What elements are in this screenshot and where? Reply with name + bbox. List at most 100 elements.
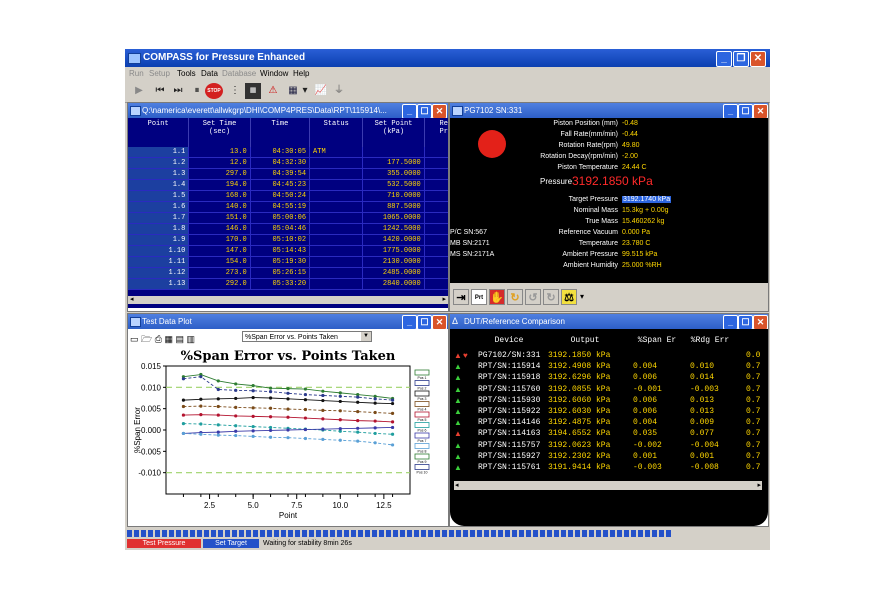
table-row[interactable]: 1.4 194.0 04:45:23 532.5000 xyxy=(128,179,448,191)
dut-row[interactable]: ▲ RPT/SN:114146 3192.4875 kPa 0.004 0.009 0.7 xyxy=(450,418,768,429)
chevron-down-icon[interactable]: ▾ xyxy=(580,292,584,301)
dut-row[interactable]: ▲ ♥ PG7102/SN:331 3192.1850 kPa 0.0 xyxy=(450,351,768,362)
table-row[interactable]: 1.1 13.0 04:30:05 ATM xyxy=(128,147,448,158)
rotate-cw-icon[interactable]: ↻ xyxy=(507,289,523,305)
dut-row[interactable]: ▲ RPT/SN:115918 3192.6296 kPa 0.006 0.014 0.7 xyxy=(450,373,768,384)
dut-row[interactable]: ▲ RPT/SN:115761 3191.9414 kPa -0.003 -0.008 0… xyxy=(450,463,768,474)
menu-database[interactable]: Database xyxy=(222,67,256,80)
grid-column-header[interactable]: Status xyxy=(309,118,364,147)
table-icon[interactable]: ▤ xyxy=(175,334,184,344)
pg-window-titlebar[interactable]: PG7102 SN:331 _ ☐ ✕ xyxy=(450,103,768,118)
data-window-close[interactable]: ✕ xyxy=(432,104,447,118)
hand-stop-icon[interactable]: ✋ xyxy=(489,289,505,305)
folder-icon[interactable]: 🗁 xyxy=(141,334,152,344)
data-window-maximize[interactable]: ☐ xyxy=(417,104,432,118)
grid-column-header[interactable]: RefPre xyxy=(424,118,448,147)
list-icon[interactable]: ⋮ xyxy=(230,83,240,99)
table-row[interactable]: 1.2 12.0 04:32:30 177.5000 xyxy=(128,157,448,169)
print-icon[interactable]: ⎙ xyxy=(155,334,162,344)
dut-row[interactable]: ▲ RPT/SN:115927 3192.2302 kPa 0.001 0.001 0.7 xyxy=(450,452,768,463)
pg-window-maximize[interactable]: ☐ xyxy=(738,104,753,118)
test-pressure-indicator[interactable]: Test Pressure xyxy=(127,539,201,548)
table-row[interactable]: 1.11 154.0 05:19:30 2130.0000 xyxy=(128,256,448,268)
menu-help[interactable]: Help xyxy=(293,67,309,80)
menu-data[interactable]: Data xyxy=(201,67,218,80)
grid-column-header[interactable]: Point xyxy=(128,118,190,147)
exit-icon[interactable]: ⇥ xyxy=(453,289,469,305)
menu-run[interactable]: Run xyxy=(129,67,144,80)
table-row[interactable]: 1.8 146.0 05:04:46 1242.5000 xyxy=(128,223,448,235)
dut-window-maximize[interactable]: ☐ xyxy=(738,315,753,329)
scroll-left-icon[interactable]: ◂ xyxy=(455,481,459,490)
data-window-titlebar[interactable]: Q:\namerica\everett\allwkgrp\DHI\COMP4PR… xyxy=(128,103,448,118)
set-target-indicator[interactable]: Set Target xyxy=(203,539,259,548)
open-icon[interactable]: ▭ xyxy=(130,334,139,344)
table-row[interactable]: 1.13 292.0 05:33:20 2840.0000 xyxy=(128,278,448,290)
chart-icon[interactable]: 📈 xyxy=(313,83,329,99)
skip-forward-icon[interactable]: ⏭ xyxy=(170,83,186,99)
minimize-button[interactable]: _ xyxy=(716,51,732,67)
settings-icon[interactable]: ▥ xyxy=(187,334,196,344)
table-row[interactable]: 1.5 168.0 04:50:24 710.0000 xyxy=(128,190,448,202)
table-row[interactable]: 1.6 140.0 04:55:19 887.5000 xyxy=(128,201,448,213)
menu-setup[interactable]: Setup xyxy=(149,67,170,80)
grid-column-header[interactable]: Set Time (sec) xyxy=(188,118,251,147)
progress-segment xyxy=(659,530,664,537)
mass-icon[interactable]: ⚖ xyxy=(561,289,577,305)
dut-window-minimize[interactable]: _ xyxy=(723,315,738,329)
table-row[interactable]: 1.10 147.0 05:14:43 1775.0000 xyxy=(128,245,448,257)
table-row[interactable]: 1.3 297.0 04:39:54 355.0000 xyxy=(128,168,448,180)
calculator-icon[interactable]: ▦ xyxy=(245,83,261,99)
grid-cell-time: 05:33:20 xyxy=(250,278,311,290)
close-button[interactable]: ✕ xyxy=(750,51,766,67)
print-icon[interactable]: Prt xyxy=(471,289,487,305)
pg-window-minimize[interactable]: _ xyxy=(723,104,738,118)
rotate-icon[interactable]: ↻ xyxy=(543,289,559,305)
grid-cell-set-time: 146.0 xyxy=(188,223,251,235)
plot-window-maximize[interactable]: ☐ xyxy=(417,315,432,329)
menu-window[interactable]: Window xyxy=(260,67,288,80)
dut-row[interactable]: ▲ RPT/SN:115760 3192.0855 kPa -0.001 -0.003 0… xyxy=(450,385,768,396)
grid-icon[interactable]: ▦ xyxy=(164,334,173,344)
rotate-ccw-icon[interactable]: ↺ xyxy=(525,289,541,305)
data-window-minimize[interactable]: _ xyxy=(402,104,417,118)
horizontal-scrollbar[interactable]: ◂ ▸ xyxy=(454,481,762,490)
dut-row[interactable]: ▲ RPT/SN:115914 3192.4908 kPa 0.004 0.010 0.7 xyxy=(450,362,768,373)
chevron-down-icon[interactable]: ▼ xyxy=(361,332,371,341)
plot-window-close[interactable]: ✕ xyxy=(432,315,447,329)
dut-window-close[interactable]: ✕ xyxy=(753,315,768,329)
dut-row[interactable]: ▲ RPT/SN:114163 3194.6552 kPa 0.035 0.077 0.7 xyxy=(450,429,768,440)
grid-column-header[interactable]: Time xyxy=(250,118,311,147)
play-icon[interactable]: ▶ xyxy=(133,83,145,99)
restore-button[interactable]: ❐ xyxy=(733,51,749,67)
compass-app-window: COMPASS for Pressure Enhanced _ ❐ ✕ Run … xyxy=(125,49,770,550)
warning-icon[interactable]: ⚠ xyxy=(265,83,281,99)
menu-tools[interactable]: Tools xyxy=(177,67,196,80)
stability-progress-bar xyxy=(127,530,767,537)
scroll-left-icon[interactable]: ◂ xyxy=(130,296,134,304)
funnel-icon[interactable]: ⏚ xyxy=(332,83,346,99)
plot-window-minimize[interactable]: _ xyxy=(402,315,417,329)
table-icon[interactable]: ▦ xyxy=(285,83,301,99)
table-row[interactable]: 1.9 170.0 05:10:02 1420.0000 xyxy=(128,234,448,246)
stop-icon[interactable]: STOP xyxy=(205,83,223,99)
pg-window-close[interactable]: ✕ xyxy=(753,104,768,118)
dut-row[interactable]: ▲ RPT/SN:115757 3192.0623 kPa -0.002 -0.004 0… xyxy=(450,441,768,452)
data-point xyxy=(199,397,203,401)
dropdown-arrow-icon[interactable]: ▾ xyxy=(301,83,309,99)
table-row[interactable]: 1.12 273.0 05:26:15 2485.0000 xyxy=(128,267,448,279)
x-tick-label: 7.5 xyxy=(291,501,303,510)
dut-row[interactable]: ▲ RPT/SN:115930 3192.6060 kPa 0.006 0.013 0.7 xyxy=(450,396,768,407)
plot-window-titlebar[interactable]: Test Data Plot _ ☐ ✕ xyxy=(128,314,448,329)
skip-back-icon[interactable]: ⏮ xyxy=(152,83,168,99)
horizontal-scrollbar[interactable]: ◂ ▸ xyxy=(128,296,448,304)
plot-type-select[interactable]: %Span Error vs. Points Taken ▼ xyxy=(242,331,372,342)
grid-column-header[interactable]: Set Point (kPa) xyxy=(362,118,425,147)
app-titlebar[interactable]: COMPASS for Pressure Enhanced _ ❐ ✕ xyxy=(125,49,770,67)
scroll-right-icon[interactable]: ▸ xyxy=(442,296,446,304)
pause-icon[interactable]: ⏸ xyxy=(191,83,203,99)
dut-row[interactable]: ▲ RPT/SN:115922 3192.6030 kPa 0.006 0.013 0.7 xyxy=(450,407,768,418)
dut-window-titlebar[interactable]: Δ DUT/Reference Comparison _ ☐ ✕ xyxy=(450,314,768,329)
table-row[interactable]: 1.7 151.0 05:00:06 1065.0000 xyxy=(128,212,448,224)
scroll-right-icon[interactable]: ▸ xyxy=(757,481,761,490)
